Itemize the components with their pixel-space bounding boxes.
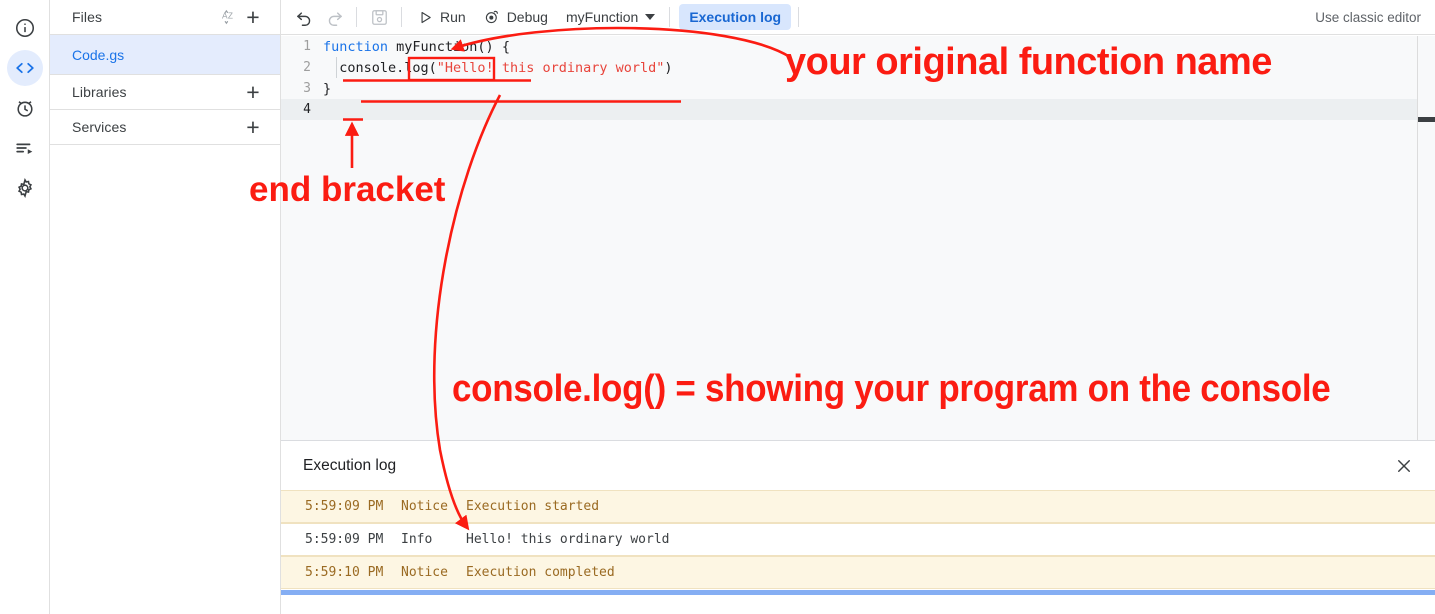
function-selector-label: myFunction [565,9,639,25]
run-play-icon [418,10,433,25]
code-line[interactable]: 3} [281,78,1417,99]
code-editor-surface[interactable]: 1 function myFunction() { 2 console.log("H… [281,36,1418,440]
run-button-label: Run [440,9,466,25]
file-item-code-gs[interactable]: Code.gs [50,35,280,74]
log-row: 5:59:09 PM Notice Execution started [281,490,1435,523]
undo-icon[interactable] [289,2,319,32]
editor-toolbar: Run Debug myFunction Execution log Use c… [281,0,1435,35]
line-number: 3 [303,81,311,96]
use-classic-editor-link[interactable]: Use classic editor [1315,10,1421,25]
overview-icon[interactable] [7,10,43,46]
function-selector[interactable]: myFunction [557,4,662,30]
log-row: 5:59:10 PM Notice Execution completed [281,556,1435,589]
line-number: 1 [303,39,311,54]
line-number: 2 [303,60,311,75]
code-editor-icon[interactable] [6,50,43,86]
gear-icon[interactable] [7,170,43,206]
code-lines: 1 function myFunction() { 2 console.log("H… [281,36,1417,120]
indent-guide [336,57,337,78]
log-level: Notice [401,565,448,580]
log-timestamp: 5:59:09 PM [305,499,384,514]
triggers-alarm-icon[interactable] [7,90,43,126]
redo-icon[interactable] [319,2,349,32]
log-panel-footer [281,595,1435,614]
libraries-section-title: Libraries [72,84,127,100]
debug-button[interactable]: Debug [475,4,557,30]
log-message: Execution started [466,499,600,514]
add-file-button[interactable]: + [240,4,266,30]
run-button[interactable]: Run [409,4,475,30]
code-text: console.log("Hello! this ordinary world"… [323,59,673,76]
editor-scroll-column[interactable] [1418,36,1435,440]
services-section-title: Services [72,119,127,135]
file-list: Code.gs [50,35,280,75]
services-section-header[interactable]: Services + [50,110,280,145]
toolbar-divider-2 [401,7,402,27]
apps-script-editor-window: Files A Z + Code.gs Libraries + Services [0,0,1435,614]
code-line[interactable]: 2 console.log("Hello! this ordinary worl… [281,57,1417,78]
toolbar-divider-3 [669,7,671,27]
log-level: Notice [401,499,448,514]
libraries-section-header[interactable]: Libraries + [50,75,280,110]
toolbar-divider-1 [356,7,357,27]
file-item-label: Code.gs [72,46,125,63]
code-text: } [323,80,332,97]
line-number: 4 [303,102,311,117]
close-icon[interactable] [1389,451,1419,481]
code-line[interactable]: 1 function myFunction() { [281,36,1417,57]
code-text: function myFunction() { [323,38,510,55]
execution-log-header: Execution log [281,441,1435,490]
files-section-header: Files A Z + [50,0,280,35]
execution-log-title: Execution log [303,456,397,474]
debug-button-label: Debug [506,9,548,25]
files-section-title: Files [72,9,103,25]
execution-log-rows: 5:59:09 PM Notice Execution started 5:59:09… [281,490,1435,589]
add-library-button[interactable]: + [240,79,266,105]
log-message: Execution completed [466,565,615,580]
code-line[interactable]: 4 [281,99,1417,120]
save-icon[interactable] [364,2,394,32]
executions-list-icon[interactable] [7,130,43,166]
code-editor[interactable]: 1 function myFunction() { 2 console.log("H… [281,36,1435,440]
project-sidebar: Files A Z + Code.gs Libraries + Services [49,0,281,614]
tab-execution-log[interactable]: Execution log [679,4,792,30]
log-row: 5:59:09 PM Info Hello! this ordinary world [281,523,1435,556]
toolbar-divider-4 [798,7,800,27]
sort-az-icon[interactable]: A Z [214,4,240,30]
log-timestamp: 5:59:09 PM [305,532,384,547]
svg-text:Z: Z [227,10,232,20]
log-level: Info [401,532,433,547]
left-icon-rail [0,0,49,614]
debug-bug-icon [484,9,500,25]
add-service-button[interactable]: + [240,114,266,140]
log-message: Hello! this ordinary world [466,532,670,547]
chevron-down-icon [645,14,656,20]
execution-log-panel: Execution log 5:59:09 PM Notice Execution … [281,440,1435,614]
editor-scrollbar-thumb[interactable] [1418,117,1435,122]
log-timestamp: 5:59:10 PM [305,565,384,580]
